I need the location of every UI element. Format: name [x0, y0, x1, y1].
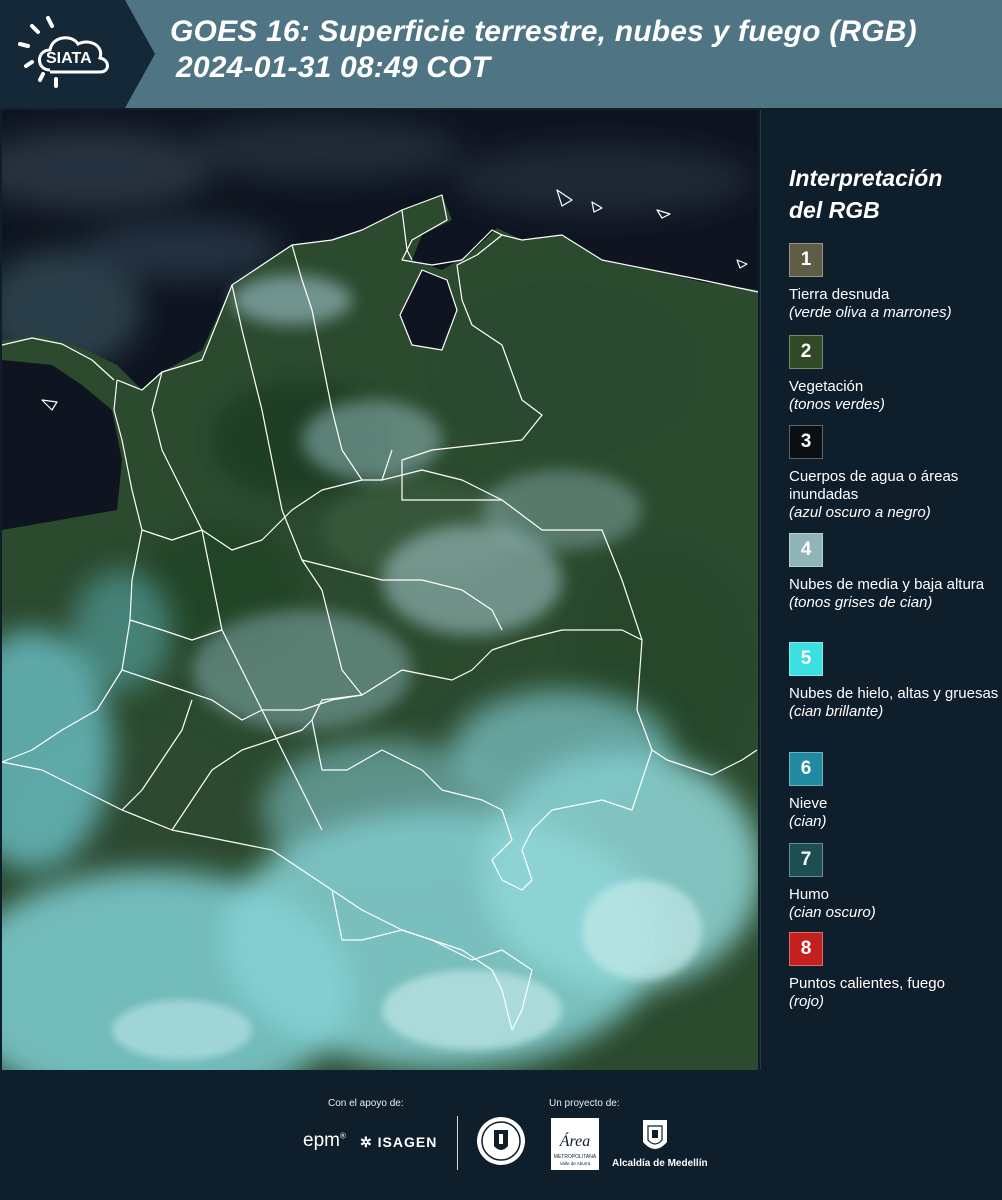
legend-title-line-1: Interpretación	[789, 165, 943, 191]
footer: Con el apoyo de: Un proyecto de: epm® ✲ …	[0, 1072, 1002, 1200]
legend-item-snow: 6 Nieve (cian)	[789, 752, 999, 831]
legend-item-ice-clouds: 5 Nubes de hielo, altas y gruesas (cian …	[789, 642, 999, 721]
legend-description: (tonos verdes)	[789, 396, 885, 413]
project-label: Un proyecto de:	[549, 1098, 620, 1109]
legend-item-smoke: 7 Humo (cian oscuro)	[789, 843, 999, 922]
epm-logo: epm®	[303, 1130, 346, 1151]
isagen-logo-text: ISAGEN	[377, 1134, 438, 1150]
rgb-composite-image	[2, 110, 758, 1070]
legend-item-bare-land: 1 Tierra desnuda (verde oliva a marrones…	[789, 243, 999, 322]
area-metropolitana-logo: Área METROPOLITANA Valle de Aburrá	[551, 1118, 599, 1170]
area-logo-sub: METROPOLITANA	[554, 1154, 597, 1160]
legend-description: (azul oscuro a negro)	[789, 504, 931, 521]
siata-logo: SIATA	[0, 0, 155, 108]
legend-swatch: 7	[789, 843, 823, 877]
title-line-1: GOES 16: Superficie terrestre, nubes y f…	[170, 15, 917, 48]
legend-swatch: 5	[789, 642, 823, 676]
isagen-logo: ✲ ISAGEN	[360, 1134, 437, 1151]
legend-title: Interpretación del RGB	[789, 162, 942, 226]
title-line-2: 2024-01-31 08:49 COT	[176, 51, 491, 84]
legend-description: (rojo)	[789, 993, 825, 1010]
logo-text: SIATA	[46, 50, 92, 67]
epm-logo-text: epm	[303, 1130, 340, 1151]
legend-title-line-2: del RGB	[789, 197, 880, 223]
area-logo-text: Área	[559, 1131, 591, 1150]
legend-label: Tierra desnuda	[789, 286, 890, 303]
legend-item-water: 3 Cuerpos de agua o áreas inundadas (azu…	[789, 425, 999, 522]
legend-swatch: 2	[789, 335, 823, 369]
legend-item-fire: 8 Puntos calientes, fuego (rojo)	[789, 932, 999, 1011]
header: SIATA GOES 16: Superficie terrestre, nub…	[0, 0, 1002, 108]
page-title: GOES 16: Superficie terrestre, nubes y f…	[170, 14, 917, 86]
legend-label: Puntos calientes, fuego	[789, 975, 945, 992]
rgb-legend: Interpretación del RGB 1 Tierra desnuda …	[760, 110, 1002, 1070]
legend-label: Nubes de media y baja altura	[789, 576, 985, 593]
legend-label: Nubes de hielo, altas y gruesas	[789, 685, 999, 702]
area-logo-sub2: Valle de Aburrá	[560, 1161, 591, 1166]
footer-divider	[457, 1116, 458, 1170]
legend-swatch: 8	[789, 932, 823, 966]
alcaldia-shield-logo	[643, 1120, 667, 1149]
legend-swatch: 4	[789, 533, 823, 567]
legend-swatch: 1	[789, 243, 823, 277]
legend-item-vegetation: 2 Vegetación (tonos verdes)	[789, 335, 999, 414]
legend-description: (cian oscuro)	[789, 904, 876, 921]
satellite-map	[2, 110, 758, 1070]
legend-label: Nieve	[789, 795, 828, 812]
alcaldia-text: Alcaldía de Medellín	[612, 1158, 708, 1169]
legend-swatch: 3	[789, 425, 823, 459]
legend-label: Humo	[789, 886, 830, 903]
legend-description: (cian)	[789, 813, 827, 830]
isagen-icon: ✲	[360, 1134, 373, 1150]
legend-swatch: 6	[789, 752, 823, 786]
legend-label: Cuerpos de agua o áreas inundadas	[789, 468, 959, 503]
university-seal-logo	[477, 1117, 525, 1165]
legend-description: (tonos grises de cian)	[789, 594, 933, 611]
legend-label: Vegetación	[789, 378, 864, 395]
legend-description: (cian brillante)	[789, 703, 884, 720]
legend-description: (verde oliva a marrones)	[789, 304, 952, 321]
legend-item-low-clouds: 4 Nubes de media y baja altura (tonos gr…	[789, 533, 999, 612]
support-label: Con el apoyo de:	[328, 1098, 404, 1109]
